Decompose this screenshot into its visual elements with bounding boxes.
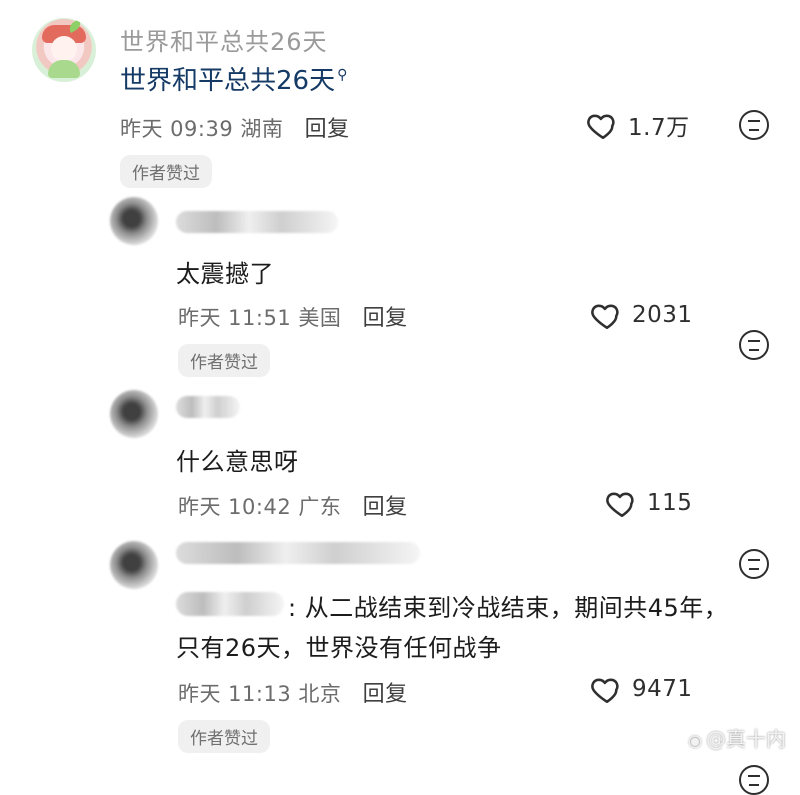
comment-user-name[interactable]: [176, 542, 420, 564]
comment-like-count: 9471: [632, 676, 693, 702]
comment-time: 昨天 10:42 广东: [178, 495, 342, 519]
post-like-button[interactable]: 1.7万: [586, 108, 690, 142]
comment-text-line-2: 只有26天，世界没有任何战争: [176, 634, 502, 662]
post-meta: 昨天 09:39 湖南 回复: [120, 111, 350, 143]
post-user-name[interactable]: 世界和平总共26天: [120, 22, 328, 57]
comment-user-name[interactable]: [176, 396, 240, 418]
avatar-body: [48, 60, 80, 78]
mentioned-user-name[interactable]: [176, 592, 284, 616]
comment-reply-button[interactable]: 回复: [363, 495, 408, 520]
comment-text: 什么意思呀: [176, 448, 299, 476]
comment-reply-button[interactable]: 回复: [363, 682, 408, 707]
comment-like-button[interactable]: 115: [605, 486, 692, 520]
neutral-face-icon[interactable]: [739, 110, 769, 140]
comment-user-name[interactable]: [176, 211, 338, 233]
emoji-mouth: [749, 568, 759, 570]
heart-icon: [591, 304, 619, 330]
comment-like-button[interactable]: 2031: [590, 298, 693, 332]
post-time: 昨天 09:39 湖南: [120, 117, 284, 141]
comment-time: 昨天 11:51 美国: [178, 306, 342, 330]
post-avatar[interactable]: [32, 18, 96, 82]
post-content-text: 世界和平总共26天: [120, 66, 336, 96]
author-liked-badge: 作者赞过: [178, 344, 270, 377]
comment-meta: 昨天 11:51 美国 回复: [178, 300, 408, 332]
comment-avatar[interactable]: [110, 197, 158, 245]
post-like-count: 1.7万: [628, 115, 690, 141]
magnifier-icon[interactable]: ⚲: [337, 67, 347, 83]
emoji-right-eye: [754, 120, 760, 122]
comment-avatar[interactable]: [110, 390, 158, 438]
emoji-mouth: [749, 349, 759, 351]
comment-text-line-1: : 从二战结束到冷战结束，期间共45年，: [288, 594, 729, 622]
comment-reply-button[interactable]: 回复: [363, 306, 408, 331]
comment-like-count: 2031: [632, 302, 693, 328]
avatar-face: [51, 36, 77, 62]
heart-icon: [587, 114, 615, 140]
neutral-face-icon[interactable]: [739, 765, 769, 795]
heart-icon: [591, 678, 619, 704]
emoji-right-eye: [754, 340, 760, 342]
weibo-icon: ◉: [688, 731, 702, 750]
emoji-mouth: [749, 784, 759, 786]
watermark-text: @真十内: [706, 727, 786, 751]
comment-meta: 昨天 10:42 广东 回复: [178, 489, 408, 521]
post-content: 世界和平总共26天 ⚲: [120, 60, 347, 97]
heart-icon: [606, 492, 634, 518]
comment-meta: 昨天 11:13 北京 回复: [178, 676, 408, 708]
author-liked-badge: 作者赞过: [120, 155, 212, 188]
post-reply-button[interactable]: 回复: [305, 117, 350, 142]
emoji-right-eye: [754, 559, 760, 561]
neutral-face-icon[interactable]: [739, 330, 769, 360]
comment-like-button[interactable]: 9471: [590, 672, 693, 706]
comment-text: 太震撼了: [176, 260, 274, 288]
emoji-mouth: [749, 129, 759, 131]
author-liked-badge: 作者赞过: [178, 720, 270, 753]
comment-avatar[interactable]: [110, 541, 158, 589]
comment-time: 昨天 11:13 北京: [178, 682, 342, 706]
neutral-face-icon[interactable]: [739, 549, 769, 579]
weibo-watermark: ◉ @真十内: [688, 723, 786, 752]
comment-like-count: 115: [647, 490, 693, 516]
emoji-right-eye: [754, 775, 760, 777]
